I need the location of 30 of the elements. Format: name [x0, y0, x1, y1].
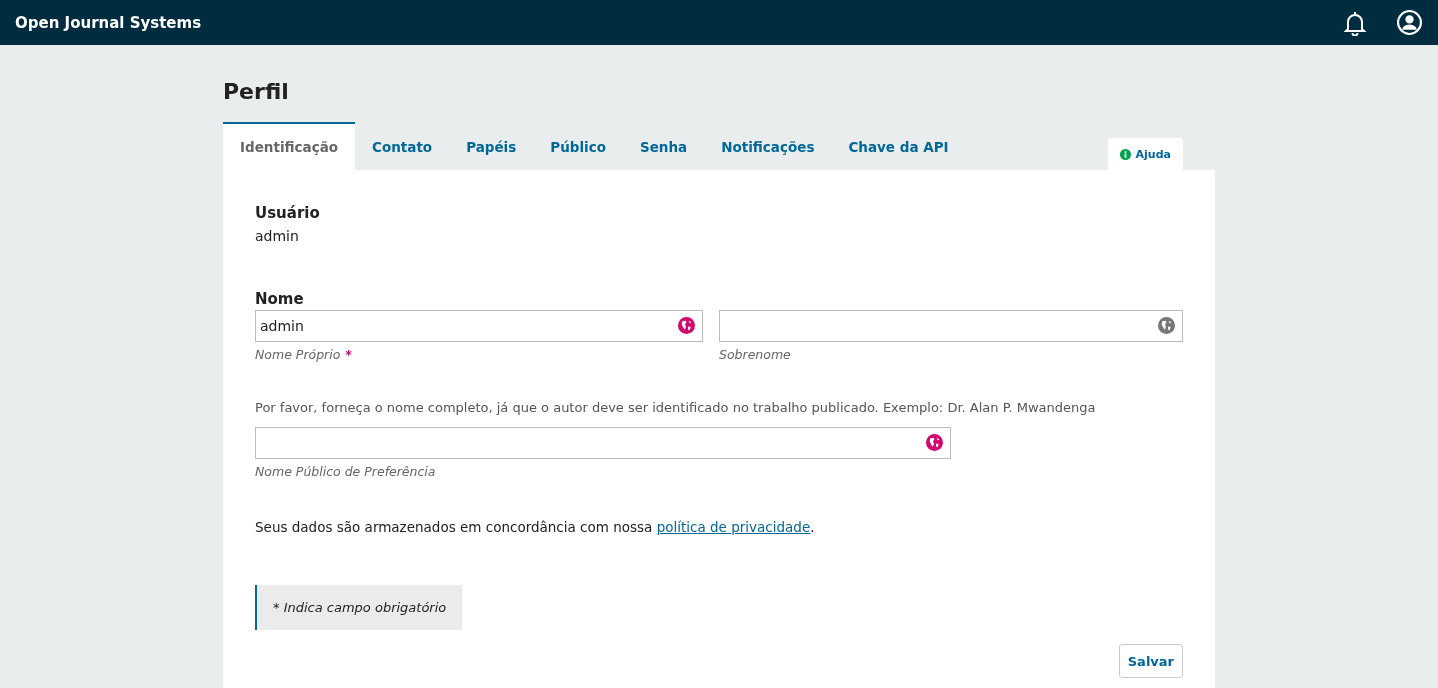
globe-icon[interactable]: [1158, 317, 1175, 334]
save-button[interactable]: Salvar: [1118, 644, 1183, 678]
globe-icon[interactable]: [926, 434, 943, 451]
privacy-text: Seus dados são armazenados em concordância com nossa política de privacidade.: [255, 519, 816, 535]
text-field[interactable]: admin: [255, 310, 703, 342]
tab[interactable]: Papéis: [449, 122, 534, 170]
page-title: Perfil: [223, 79, 290, 104]
field-caption: Nome Próprio: [255, 347, 341, 362]
tab[interactable]: Notificações: [704, 122, 832, 170]
tab[interactable]: Contato: [355, 122, 450, 170]
field-label: Usuário: [255, 204, 321, 222]
hint-text: Por favor, forneça o nome completo, já que o autor deve ser identificado no trabalho publicado. Exemplo: Dr. Alan P. Mwandenga: [255, 400, 1097, 415]
field-label: Nome: [255, 290, 305, 308]
tab[interactable]: Senha: [622, 122, 705, 170]
field-caption: Sobrenome: [719, 347, 791, 362]
required-note: * Indica campo obrigatório: [255, 585, 463, 630]
user-avatar-icon[interactable]: [1397, 10, 1422, 35]
field-caption: Nome Público de Preferência: [255, 464, 436, 479]
required-mark: *: [345, 347, 352, 362]
globe-icon[interactable]: [678, 317, 695, 334]
bell-icon[interactable]: [1343, 9, 1367, 36]
tab[interactable]: Identificação: [223, 122, 356, 170]
tab[interactable]: Público: [533, 122, 623, 170]
text-field[interactable]: [719, 310, 1183, 342]
help-tab[interactable]: Ajuda: [1107, 138, 1183, 170]
text-field[interactable]: [255, 427, 951, 459]
tab[interactable]: Chave da API: [831, 122, 966, 170]
username-value: admin: [255, 228, 300, 244]
app-title[interactable]: Open Journal Systems: [15, 13, 202, 32]
info-icon: [1119, 148, 1131, 160]
